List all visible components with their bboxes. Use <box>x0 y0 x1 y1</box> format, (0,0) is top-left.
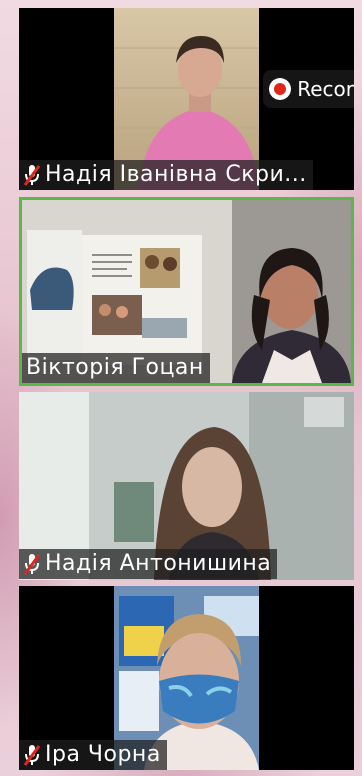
video-tile-3[interactable]: Надія Антонишина <box>19 392 354 580</box>
mic-muted-icon <box>23 743 41 767</box>
recording-indicator[interactable]: Recor <box>263 70 354 108</box>
mic-muted-icon <box>23 163 41 187</box>
participant-name-tag: Іра Чорна <box>19 740 167 770</box>
participant-name: Вікторія Гоцан <box>26 355 204 380</box>
recording-label: Recor <box>297 77 354 101</box>
participant-name: Надія Антонишина <box>45 551 272 576</box>
video-tile-1[interactable]: Recor Надія Іванівна Скри... <box>19 8 354 190</box>
participant-name-tag: Надія Антонишина <box>19 549 278 579</box>
participant-name-tag: Вікторія Гоцан <box>22 353 210 383</box>
video-tile-4[interactable]: Іра Чорна <box>19 586 354 770</box>
mic-muted-icon <box>23 552 41 576</box>
participant-name: Іра Чорна <box>45 742 161 767</box>
participant-name: Надія Іванівна Скри... <box>45 162 307 187</box>
video-tile-2-active-speaker[interactable]: Вікторія Гоцан <box>19 197 354 386</box>
record-dot-icon <box>269 78 292 100</box>
participant-name-tag: Надія Іванівна Скри... <box>19 160 313 190</box>
